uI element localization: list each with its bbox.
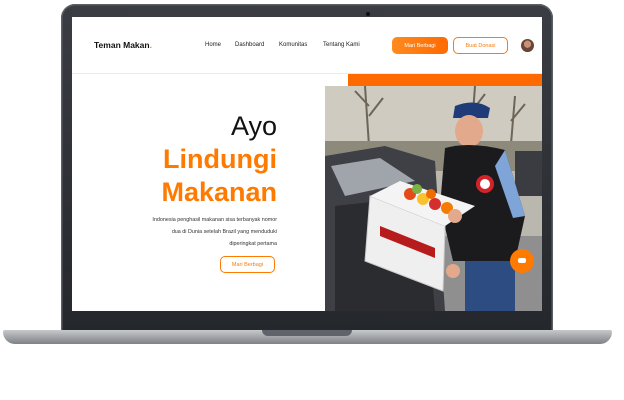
accent-bar bbox=[348, 74, 542, 86]
mari-berbagi-button[interactable]: Mari Berbagi bbox=[392, 37, 448, 54]
nav-link-home[interactable]: Home bbox=[205, 42, 221, 48]
hero-description-line: diperingkat pertama bbox=[229, 241, 277, 247]
laptop-camera bbox=[366, 12, 370, 16]
brand-logo[interactable]: Teman Makan. bbox=[94, 40, 152, 50]
hero-photo-illustration bbox=[325, 86, 542, 311]
laptop-screen: Teman Makan. Home Dashboard Komunitas Te… bbox=[72, 17, 542, 311]
laptop-notch bbox=[262, 330, 352, 336]
buat-donasi-button[interactable]: Buat Donasi bbox=[453, 37, 508, 54]
hero-title-line1: Ayo bbox=[230, 111, 277, 141]
nav-link-komunitas[interactable]: Komunitas bbox=[279, 42, 307, 48]
hero-title-line2: Lindungi bbox=[163, 144, 277, 174]
user-avatar[interactable] bbox=[521, 39, 534, 52]
nav-link-dashboard[interactable]: Dashboard bbox=[235, 42, 264, 48]
hero-description: Indonesia penghasil makanan sisa terbany… bbox=[117, 214, 277, 250]
hero-title-line3: Makanan bbox=[161, 177, 277, 207]
hero-description-line: dua di Dunia setelah Brazil yang mendudu… bbox=[171, 229, 277, 235]
brand-name: Teman Makan bbox=[94, 40, 150, 50]
brand-dot: . bbox=[149, 40, 152, 50]
navbar: Teman Makan. Home Dashboard Komunitas Te… bbox=[72, 17, 542, 74]
hero-description-line: Indonesia penghasil makanan sisa terbany… bbox=[152, 217, 277, 223]
hero-photo bbox=[325, 86, 542, 311]
nav-link-tentang-kami[interactable]: Tentang Kami bbox=[323, 42, 360, 48]
hero-cta-button[interactable]: Mari Berbagi bbox=[220, 256, 275, 273]
chat-icon[interactable] bbox=[510, 249, 534, 273]
